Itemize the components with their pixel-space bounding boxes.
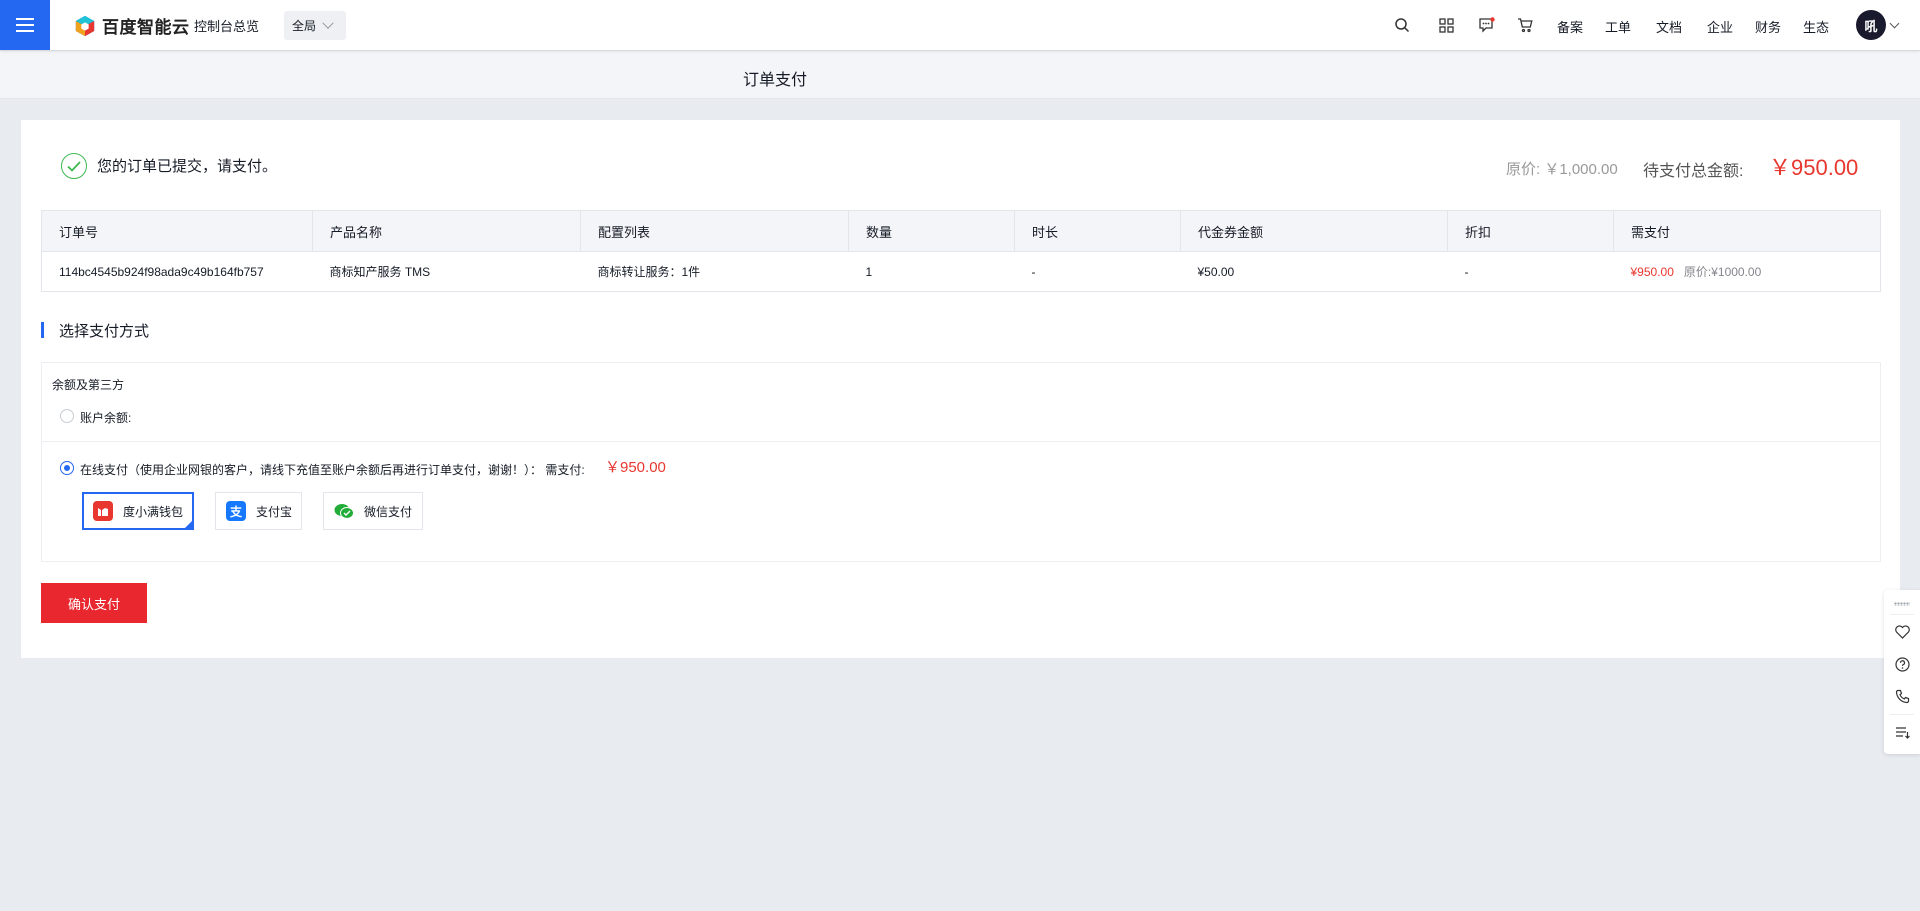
check-circle-icon bbox=[61, 153, 87, 179]
console-overview-link[interactable]: 控制台总览 bbox=[194, 16, 259, 35]
total-label: 待支付总金额: bbox=[1643, 163, 1744, 180]
nav-link-ticket[interactable]: 工单 bbox=[1605, 17, 1631, 36]
chevron-down-icon[interactable] bbox=[1889, 18, 1900, 29]
page-title: 订单支付 bbox=[743, 72, 808, 89]
divider bbox=[42, 441, 1880, 442]
column-header: 产品名称 bbox=[312, 210, 581, 252]
section-accent-bar bbox=[41, 322, 44, 338]
pay-option-label: 度小满钱包 bbox=[123, 504, 184, 519]
column-header: 订单号 bbox=[41, 210, 313, 252]
section-title-text: 选择支付方式 bbox=[59, 322, 150, 340]
column-header: 数量 bbox=[848, 210, 1015, 252]
payment-group-title: 余额及第三方 bbox=[52, 378, 125, 392]
quantity: 1 bbox=[865, 264, 873, 279]
chevron-down-icon bbox=[322, 17, 334, 29]
pay-option-duxiaoman[interactable]: 度小满钱包 bbox=[82, 492, 194, 530]
divider bbox=[1890, 614, 1914, 615]
voucher-amount: ¥50.00 bbox=[1197, 264, 1235, 279]
column-header: 代金券金额 bbox=[1180, 210, 1448, 252]
alipay-icon: 支 bbox=[226, 501, 246, 521]
pay-amount: ¥950.00 bbox=[1630, 265, 1674, 279]
duration: - bbox=[1031, 264, 1036, 279]
search-icon[interactable] bbox=[1393, 16, 1411, 34]
drag-handle-icon[interactable] bbox=[1894, 602, 1910, 606]
pay-option-label: 支付宝 bbox=[256, 504, 293, 519]
column-header: 折扣 bbox=[1447, 210, 1614, 252]
total-amount: ￥950.00 bbox=[1769, 155, 1859, 180]
help-icon[interactable] bbox=[1893, 655, 1911, 673]
top-navbar: 百度智能云 控制台总览 全局 备案 工单 文档 企业 财务 生态 吼 bbox=[0, 0, 1920, 50]
apps-grid-icon[interactable] bbox=[1437, 16, 1455, 34]
product-name: 商标知产服务 TMS bbox=[329, 265, 431, 279]
divider bbox=[1890, 714, 1914, 715]
nav-link-beian[interactable]: 备案 bbox=[1557, 17, 1583, 36]
payment-methods-box: 余额及第三方 账户余额: 在线支付（使用企业网银的客户，请线下充值至账户余额后再… bbox=[41, 362, 1881, 562]
online-pay-radio[interactable] bbox=[60, 461, 74, 475]
balance-radio[interactable] bbox=[60, 409, 74, 423]
discount: - bbox=[1464, 264, 1469, 279]
phone-icon[interactable] bbox=[1893, 687, 1911, 705]
cart-icon[interactable] bbox=[1516, 16, 1534, 34]
brand-name: 百度智能云 bbox=[102, 18, 190, 37]
nav-link-docs[interactable]: 文档 bbox=[1656, 17, 1682, 36]
order-id: 114bc4545b924f98ada9c49b164fb757 bbox=[59, 264, 264, 279]
nav-link-enterprise[interactable]: 企业 bbox=[1707, 17, 1733, 36]
pay-option-label: 微信支付 bbox=[364, 504, 413, 519]
pay-option-alipay[interactable]: 支 支付宝 bbox=[215, 492, 302, 530]
avatar[interactable]: 吼 bbox=[1856, 10, 1886, 40]
nav-link-ecosystem[interactable]: 生态 bbox=[1803, 17, 1829, 36]
floating-toolbar bbox=[1884, 590, 1920, 754]
column-header: 时长 bbox=[1014, 210, 1181, 252]
config-list: 商标转让服务：1件 bbox=[597, 265, 701, 279]
confirm-payment-button[interactable]: 确认支付 bbox=[41, 583, 147, 623]
online-pay-amount: ￥950.00 bbox=[605, 459, 666, 476]
order-submitted-message: 您的订单已提交，请支付。 bbox=[97, 158, 278, 175]
pay-original-price: 原价:¥1000.00 bbox=[1683, 265, 1762, 279]
pay-amount-cell: ¥950.00 原价:¥1000.00 bbox=[1614, 252, 1881, 292]
brand-logo[interactable]: 百度智能云 bbox=[74, 13, 190, 38]
table-row: 114bc4545b924f98ada9c49b164fb757 商标知产服务 … bbox=[42, 252, 1881, 292]
selected-corner-mark bbox=[184, 520, 193, 529]
message-icon[interactable] bbox=[1477, 16, 1495, 34]
online-pay-label: 在线支付（使用企业网银的客户，请线下充值至账户余额后再进行订单支付，谢谢！）： … bbox=[80, 463, 585, 477]
payment-section-title: 选择支付方式 bbox=[41, 322, 150, 340]
duxiaoman-wallet-icon bbox=[93, 501, 113, 521]
wechat-pay-icon bbox=[334, 501, 354, 521]
region-value: 全局 bbox=[292, 19, 317, 33]
order-table: 订单号 产品名称 配置列表 数量 时长 代金券金额 折扣 需支付 114bc45… bbox=[41, 210, 1881, 292]
favorite-icon[interactable] bbox=[1893, 623, 1911, 641]
order-payment-card: 您的订单已提交，请支付。 原价: ￥1,000.00 待支付总金额: ￥950.… bbox=[21, 120, 1900, 658]
column-header: 配置列表 bbox=[580, 210, 849, 252]
page-title-bar: 订单支付 bbox=[0, 51, 1920, 99]
region-select[interactable]: 全局 bbox=[284, 11, 346, 40]
column-header: 需支付 bbox=[1613, 210, 1881, 252]
baidu-cloud-logo-icon bbox=[75, 15, 95, 36]
menu-icon[interactable] bbox=[0, 0, 50, 50]
nav-link-finance[interactable]: 财务 bbox=[1755, 17, 1781, 36]
original-price: 原价: ￥1,000.00 bbox=[1506, 161, 1618, 178]
pay-option-wechat[interactable]: 微信支付 bbox=[323, 492, 423, 530]
list-menu-icon[interactable] bbox=[1893, 723, 1911, 741]
balance-label: 账户余额: bbox=[80, 411, 132, 425]
table-header-row: 订单号 产品名称 配置列表 数量 时长 代金券金额 折扣 需支付 bbox=[41, 210, 1881, 252]
